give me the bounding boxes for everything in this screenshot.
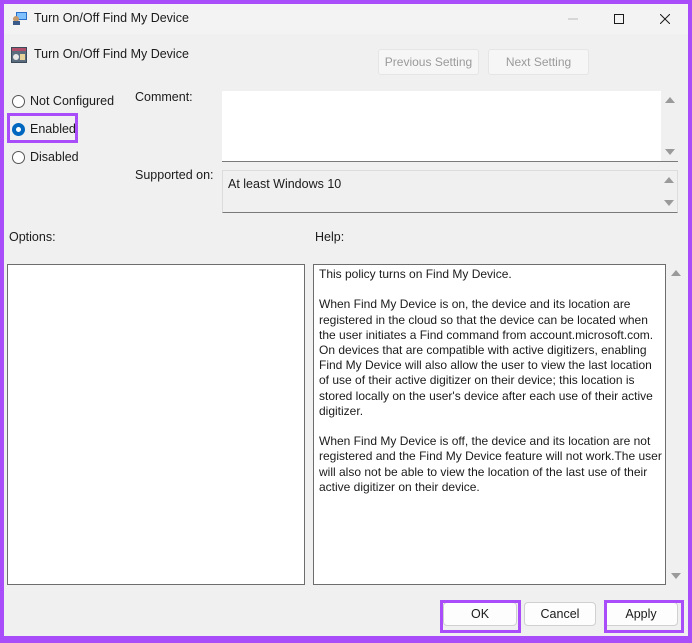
radio-label: Not Configured xyxy=(30,94,115,108)
scroll-down-icon[interactable] xyxy=(665,149,675,155)
supported-on-value: At least Windows 10 xyxy=(228,177,342,191)
highlight-box-enabled xyxy=(7,113,78,143)
group-policy-icon xyxy=(13,12,27,25)
options-panel xyxy=(7,264,305,585)
policy-dialog: Turn On/Off Find My Device Turn On/Off F… xyxy=(4,4,688,636)
policy-setting-icon xyxy=(11,47,27,63)
minimize-button[interactable] xyxy=(550,4,596,34)
options-label: Options: xyxy=(9,230,56,244)
cancel-button[interactable]: Cancel xyxy=(524,602,596,626)
scroll-up-icon[interactable] xyxy=(671,270,681,276)
radio-button[interactable] xyxy=(12,150,25,164)
highlight-box-ok xyxy=(440,600,521,633)
minimize-icon xyxy=(568,18,578,20)
policy-title: Turn On/Off Find My Device xyxy=(34,47,189,61)
scroll-down-icon[interactable] xyxy=(664,200,674,206)
radio-disabled[interactable]: Disabled xyxy=(12,150,79,164)
radio-not-configured[interactable]: Not Configured xyxy=(12,94,114,108)
next-setting-button[interactable]: Next Setting xyxy=(488,49,589,75)
scroll-up-icon[interactable] xyxy=(664,177,674,183)
supported-on-field: At least Windows 10 xyxy=(222,170,678,213)
comment-scrollbar[interactable] xyxy=(661,91,678,161)
close-button[interactable] xyxy=(642,4,688,34)
radio-label: Disabled xyxy=(30,150,79,164)
radio-button[interactable] xyxy=(12,94,25,108)
maximize-icon xyxy=(614,14,624,24)
comment-label: Comment: xyxy=(135,90,193,104)
window-title: Turn On/Off Find My Device xyxy=(34,11,189,25)
help-text: This policy turns on Find My Device. Whe… xyxy=(319,267,662,494)
help-label: Help: xyxy=(315,230,345,244)
supported-scrollbar[interactable] xyxy=(660,171,677,212)
previous-setting-button[interactable]: Previous Setting xyxy=(378,49,479,75)
help-panel: This policy turns on Find My Device. Whe… xyxy=(313,264,666,585)
scroll-down-icon[interactable] xyxy=(671,573,681,579)
close-icon xyxy=(660,14,670,24)
scroll-up-icon[interactable] xyxy=(665,97,675,103)
help-scrollbar[interactable] xyxy=(667,264,684,585)
title-bar: Turn On/Off Find My Device xyxy=(4,4,688,34)
supported-on-label: Supported on: xyxy=(135,168,214,182)
maximize-button[interactable] xyxy=(596,4,642,34)
comment-input[interactable] xyxy=(222,91,678,162)
highlight-box-apply xyxy=(604,600,684,633)
